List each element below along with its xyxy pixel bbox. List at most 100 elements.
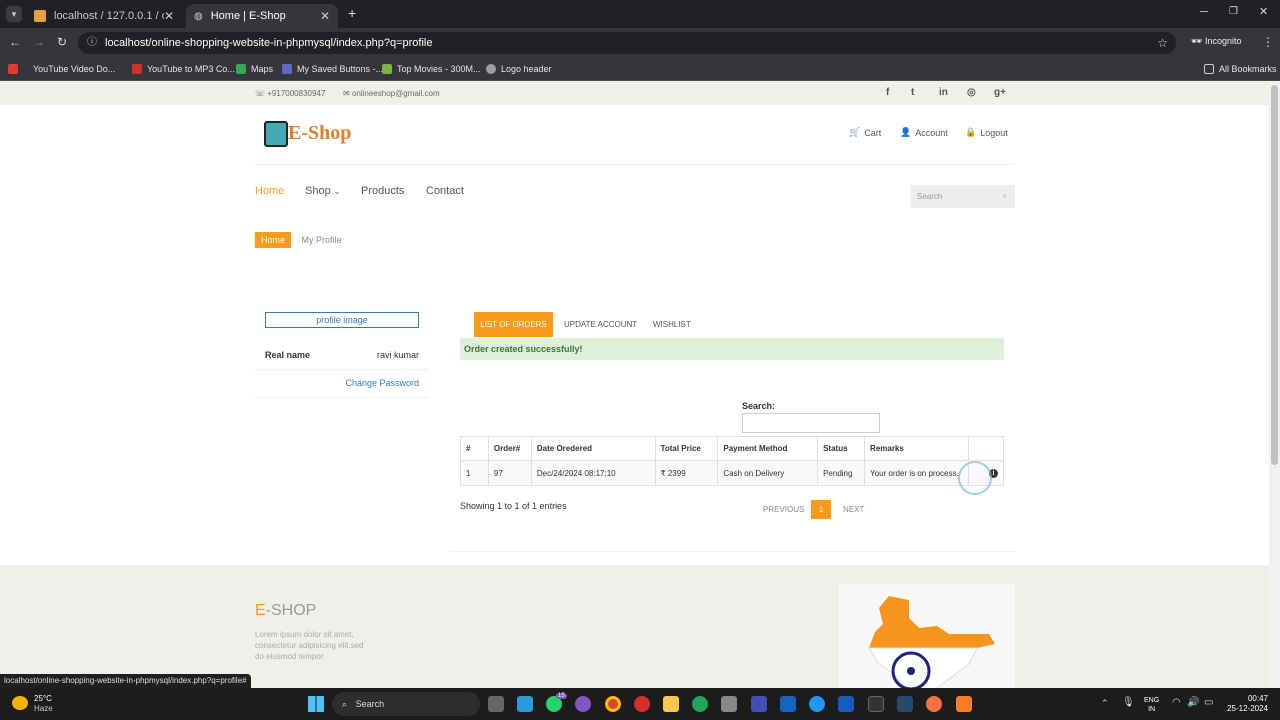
tab-search-button[interactable]: ▾ (6, 6, 22, 22)
folder-icon (1204, 64, 1214, 74)
dribbble-icon[interactable]: ◎ (967, 87, 976, 98)
column-header[interactable]: Remarks (864, 436, 970, 461)
file-explorer-icon[interactable] (663, 696, 679, 712)
address-bar[interactable]: ⓘ localhost/online-shopping-website-in-p… (78, 32, 1176, 54)
scrollbar-thumb[interactable] (1271, 85, 1278, 465)
reload-icon[interactable]: ↻ (57, 35, 67, 49)
close-window-button[interactable]: ✕ (1259, 5, 1268, 18)
opera-icon[interactable] (634, 696, 650, 712)
terminal-icon[interactable] (868, 696, 884, 712)
site-info-icon[interactable]: ⓘ (87, 32, 97, 54)
page-scrollbar[interactable] (1269, 81, 1280, 688)
search-icon[interactable]: ⌕ (1003, 191, 1007, 201)
bookmark-saved-buttons[interactable]: My Saved Buttons -... (282, 58, 383, 80)
clock[interactable]: 00:47 25-12-2024 (1226, 694, 1268, 714)
nav-products[interactable]: Products (361, 185, 404, 197)
maps-icon (236, 64, 246, 74)
column-header[interactable]: # (460, 436, 489, 461)
phone-info: ☏ +917000830947 (255, 89, 326, 98)
column-header[interactable]: Total Price (654, 436, 719, 461)
tab-list-of-orders[interactable]: LIST OF ORDERS (474, 312, 553, 337)
task-view-icon[interactable] (488, 696, 504, 712)
start-button[interactable] (308, 696, 324, 712)
app-icon[interactable] (780, 696, 796, 712)
edge-icon[interactable] (692, 696, 708, 712)
logout-link[interactable]: 🔒 Logout (965, 127, 1008, 138)
tab-update-account[interactable]: UPDATE ACCOUNT (564, 312, 637, 337)
column-header[interactable]: Date Oredered (530, 436, 656, 461)
real-name-row: Real name ravi kumar (255, 340, 429, 370)
column-header[interactable]: Payment Method (717, 436, 819, 461)
vscode-icon[interactable] (517, 696, 533, 712)
chrome-icon[interactable] (605, 696, 621, 712)
bookmark-youtube-video[interactable]: YouTube Video Do... (8, 58, 115, 80)
maximize-button[interactable]: ❐ (1229, 6, 1238, 17)
tray-chevron-icon[interactable]: ⌃ (1101, 698, 1109, 709)
globe-icon (486, 64, 496, 74)
microphone-icon[interactable]: 🎙 (1122, 697, 1135, 708)
table-cell: Cash on Delivery (717, 460, 819, 486)
language-indicator[interactable]: ENG IN (1144, 696, 1159, 714)
profile-image: profile image (265, 312, 419, 328)
close-tab-icon[interactable]: ✕ (164, 9, 174, 23)
contact-topbar: ☏ +917000830947 ✉ onlineeshop@gmail.com … (0, 81, 1269, 105)
pagination-page-1[interactable]: 1 (811, 500, 831, 519)
table-header-row: # Order# Date Oredered Total Price Payme… (460, 436, 1004, 461)
column-header[interactable]: Order# (487, 436, 532, 461)
status-bar-url: localhost/online-shopping-website-in-php… (0, 674, 251, 688)
app-icon[interactable] (809, 696, 825, 712)
browser-tab-phpmyadmin[interactable]: localhost / 127.0.0.1 / db_ecom ✕ (26, 4, 182, 28)
linkedin-icon[interactable]: in (939, 87, 948, 98)
bookmark-star-icon[interactable]: ☆ (1157, 32, 1168, 54)
taskbar-search[interactable]: ⌕ Search (332, 692, 480, 716)
menu-icon[interactable]: ⋮ (1262, 35, 1274, 49)
chevron-down-icon: ⌄ (333, 187, 341, 196)
bookmark-maps[interactable]: Maps (236, 58, 273, 80)
nav-home[interactable]: Home (255, 185, 284, 197)
search-input[interactable]: Search ⌕ (911, 185, 1015, 208)
column-header[interactable]: Status (817, 436, 866, 461)
minimize-button[interactable]: ─ (1200, 6, 1208, 18)
bookmark-page-icon (282, 64, 292, 74)
app-icon[interactable] (926, 696, 942, 712)
browser-tab-bar: ▾ localhost / 127.0.0.1 / db_ecom ✕ ◍ Ho… (0, 0, 1280, 28)
table-search-input[interactable] (742, 413, 880, 433)
footer-brand: E-SHOP (255, 602, 317, 619)
breadcrumb: Home My Profile (255, 232, 342, 248)
nav-contact[interactable]: Contact (426, 185, 464, 197)
facebook-icon[interactable]: f (886, 87, 889, 98)
app-icon[interactable] (897, 696, 913, 712)
browser-tab-eshop[interactable]: ◍ Home | E-Shop ✕ (186, 4, 338, 28)
forward-icon[interactable]: → (33, 35, 45, 49)
pagination-previous[interactable]: PREVIOUS (763, 505, 804, 514)
copilot-icon[interactable] (575, 696, 591, 712)
cart-icon: 🛒 (849, 127, 861, 137)
bookmark-youtube-mp3[interactable]: YouTube to MP3 Co... (132, 58, 235, 80)
change-password-link[interactable]: Change Password (345, 378, 419, 388)
nav-shop[interactable]: Shop ⌄ (305, 185, 340, 197)
word-icon[interactable] (838, 696, 854, 712)
app-icon[interactable] (751, 696, 767, 712)
close-tab-icon[interactable]: ✕ (320, 9, 330, 23)
new-tab-button[interactable]: + (348, 5, 356, 21)
tab-wishlist[interactable]: WISHLIST (653, 312, 691, 337)
twitter-icon[interactable]: t (911, 87, 914, 98)
google-plus-icon[interactable]: g+ (994, 87, 1006, 98)
table-cell: 1 (460, 460, 489, 486)
battery-icon[interactable]: ▭ (1204, 697, 1213, 708)
all-bookmarks[interactable]: All Bookmarks (1204, 58, 1277, 80)
incognito-indicator[interactable]: 🕶 Incognito (1191, 36, 1241, 47)
windows-icon (308, 696, 324, 712)
store-icon[interactable] (721, 696, 737, 712)
volume-icon[interactable]: 🔊 (1187, 697, 1199, 708)
eshop-logo[interactable]: E-Shop (264, 119, 354, 149)
bookmark-top-movies[interactable]: Top Movies - 300M... (382, 58, 481, 80)
back-icon[interactable]: ← (9, 35, 21, 49)
xampp-icon[interactable] (956, 696, 972, 712)
breadcrumb-home[interactable]: Home (255, 232, 292, 248)
bookmark-logo-header[interactable]: Logo header (486, 58, 552, 80)
cart-link[interactable]: 🛒 Cart (849, 127, 881, 138)
wifi-icon[interactable]: ◠ (1172, 697, 1181, 708)
account-link[interactable]: 👤 Account (900, 127, 948, 138)
pagination-next[interactable]: NEXT (843, 505, 864, 514)
